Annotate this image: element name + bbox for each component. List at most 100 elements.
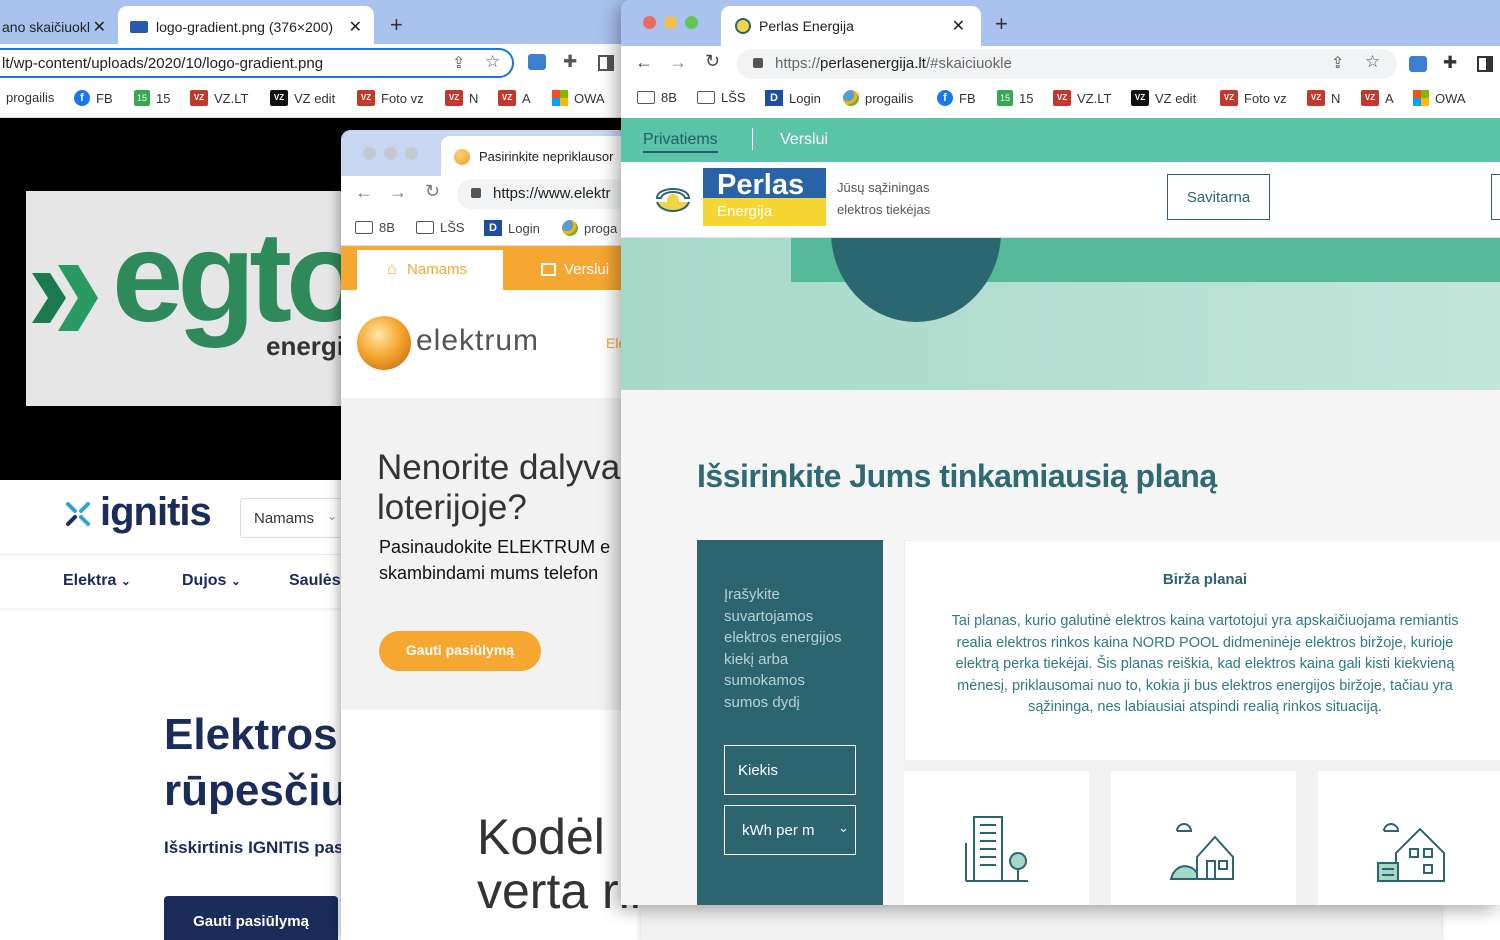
ignitis-brand[interactable]: ignitis — [100, 490, 212, 535]
quantity-input[interactable]: Kiekis — [724, 745, 856, 795]
folder-icon — [637, 91, 655, 104]
bookmark-progailis[interactable]: proga — [562, 220, 617, 236]
back-icon[interactable]: ← — [355, 182, 373, 203]
elektrum-brand[interactable]: elektrum — [416, 324, 539, 358]
section-heading: Išsirinkite Jums tinkamiausią planą — [697, 458, 1217, 494]
nav-label: Namams — [407, 261, 468, 278]
nav-elektra[interactable]: Elektra ⌄ — [63, 572, 131, 590]
minimize-window-icon[interactable] — [664, 16, 677, 29]
cta-button[interactable]: Gauti pasiūlymą — [164, 896, 338, 940]
bookmark-fotovz[interactable]: VZ Foto vz — [357, 90, 424, 106]
tab-elektrum[interactable]: Pasirinkite nepriklausor — [441, 136, 641, 176]
perlas-logo[interactable]: Perlas Energija — [703, 168, 826, 226]
puzzle-icon[interactable]: ✚ — [1443, 53, 1457, 73]
bookmark-n[interactable]: VZ N — [445, 90, 478, 106]
bookmark-vzlt[interactable]: VZ VZ.LT — [190, 90, 248, 106]
bookmark-fotovz[interactable]: VZ Foto vz — [1220, 90, 1287, 106]
reload-icon[interactable]: ↻ — [425, 181, 440, 202]
forward-icon[interactable]: → — [669, 52, 687, 73]
sidebar-icon[interactable] — [598, 55, 614, 71]
address-field[interactable]: https://perlasenergija.lt/#skaiciuokle ⇪… — [737, 49, 1397, 79]
bookmark-owa[interactable]: OWA — [552, 90, 605, 106]
bookmark-login[interactable]: D Login — [765, 90, 821, 106]
close-window-icon[interactable] — [643, 16, 656, 29]
chevron-down-icon: ⌄ — [834, 820, 849, 836]
forward-icon[interactable]: → — [389, 182, 407, 203]
nav-saules[interactable]: Saulės — [289, 572, 341, 590]
nav-verslui[interactable]: Verslui — [541, 261, 609, 278]
plan-card-2[interactable] — [1111, 771, 1296, 905]
nav-verslui[interactable]: Verslui — [780, 131, 828, 149]
hero-banner — [621, 238, 1500, 390]
url-text: https://perlasenergija.lt/#skaiciuokle — [775, 55, 1012, 72]
tab-perlas[interactable]: Perlas Energija ✕ — [721, 6, 981, 46]
unit-select[interactable]: kWh per m ⌄ — [724, 805, 856, 855]
sidebar-icon[interactable] — [1477, 56, 1493, 72]
apartment-building-icon — [965, 816, 1028, 882]
back-icon[interactable]: ← — [635, 52, 653, 73]
tab-strip: Pasirinkite nepriklausor — [341, 130, 641, 176]
address-field[interactable]: lt/wp-content/uploads/2020/10/logo-gradi… — [0, 48, 514, 78]
bookmark-lss[interactable]: LŠS — [416, 220, 465, 235]
star-icon[interactable]: ☆ — [1365, 52, 1380, 72]
bookmark-lss[interactable]: LŠS — [697, 90, 746, 105]
bookmark-a[interactable]: VZ A — [1361, 90, 1394, 106]
new-tab-icon[interactable]: + — [390, 12, 403, 38]
bookmark-label: Login — [508, 220, 540, 236]
nav-label: Dujos — [182, 572, 227, 589]
large-house-icon — [1377, 823, 1445, 882]
address-field[interactable]: https://www.elektr — [457, 179, 641, 209]
bookmark-15[interactable]: 15 15 — [134, 90, 170, 106]
maximize-window-icon[interactable] — [685, 16, 698, 29]
bookmark-8b[interactable]: 8B — [355, 220, 395, 235]
nav-label: Privatiems — [643, 131, 718, 148]
close-window-icon[interactable] — [363, 147, 376, 160]
input-placeholder: Kiekis — [738, 762, 779, 779]
logo-bottom-text: Energija — [717, 203, 773, 220]
nav-privatiems[interactable]: Privatiems — [643, 131, 718, 153]
extension-icon[interactable] — [1409, 56, 1427, 72]
bookmark-label: 8B — [379, 220, 395, 235]
plan-card-3[interactable] — [1318, 771, 1500, 905]
bookmark-vzlt[interactable]: VZ VZ.LT — [1053, 90, 1111, 106]
button-label: Savitarna — [1186, 189, 1251, 206]
d-icon: D — [765, 90, 783, 106]
plan-card-1[interactable] — [904, 771, 1089, 905]
bookmark-fb[interactable]: f FB — [937, 90, 976, 106]
close-icon[interactable]: ✕ — [349, 17, 362, 37]
tab-calculator[interactable]: ano skaičiuokl ✕ — [0, 6, 114, 48]
bookmark-vzedit[interactable]: VZ VZ edit — [270, 90, 335, 106]
reload-icon[interactable]: ↻ — [705, 51, 720, 72]
vz-icon: VZ — [1361, 90, 1379, 106]
nav-label: Verslui — [780, 131, 829, 148]
share-icon[interactable]: ⇪ — [452, 53, 465, 73]
bookmark-a[interactable]: VZ A — [498, 90, 531, 106]
plan-title: Birža planai — [1162, 571, 1248, 588]
tab-logo-gradient[interactable]: logo-gradient.png (376×200) ✕ — [118, 6, 374, 48]
lock-icon — [471, 188, 481, 198]
puzzle-icon[interactable]: ✚ — [563, 52, 577, 72]
nav-namams[interactable]: ⌂ Namams — [357, 250, 503, 290]
maximize-window-icon[interactable] — [405, 147, 418, 160]
close-icon[interactable]: ✕ — [93, 17, 106, 37]
star-icon[interactable]: ☆ — [485, 52, 500, 72]
share-icon[interactable]: ⇪ — [1331, 53, 1344, 73]
office-icon — [1413, 90, 1429, 106]
bookmark-n[interactable]: VZ N — [1307, 90, 1340, 106]
minimize-window-icon[interactable] — [384, 147, 397, 160]
extension-icon[interactable] — [528, 54, 546, 70]
new-tab-icon[interactable]: + — [995, 11, 1008, 37]
nav-dujos[interactable]: Dujos ⌄ — [182, 572, 241, 590]
bookmark-15[interactable]: 15 15 — [997, 90, 1033, 106]
offer-button[interactable]: Gauti pasiūlymą — [379, 631, 541, 671]
bookmark-vzedit[interactable]: VZ VZ edit — [1131, 90, 1196, 106]
bookmark-progailis[interactable]: progailis — [843, 90, 913, 106]
close-icon[interactable]: ✕ — [952, 16, 965, 36]
bookmark-8b[interactable]: 8B — [637, 90, 677, 105]
bookmark-progailis[interactable]: progailis — [6, 90, 54, 105]
savitarna-button[interactable]: Savitarna — [1167, 174, 1270, 220]
header-edge-button[interactable] — [1491, 174, 1500, 220]
bookmark-fb[interactable]: f FB — [74, 90, 113, 106]
bookmark-login[interactable]: D Login — [484, 220, 540, 236]
bookmark-owa[interactable]: OWA — [1413, 90, 1466, 106]
